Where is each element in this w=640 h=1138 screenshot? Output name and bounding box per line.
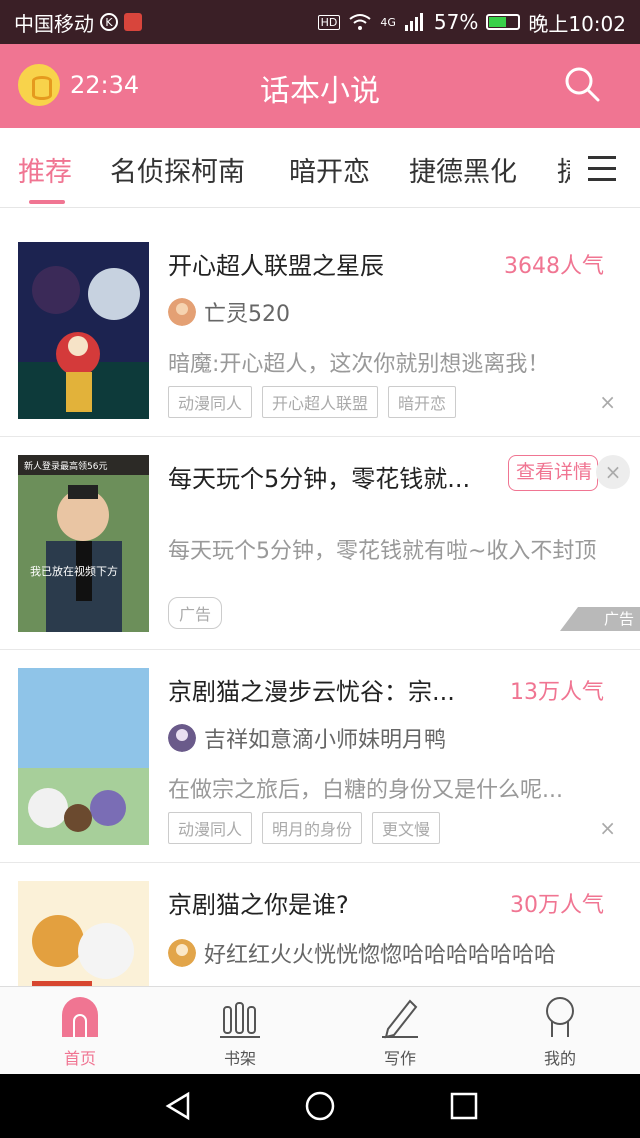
profile-icon	[546, 997, 574, 1037]
author-info[interactable]: 亡灵520	[168, 296, 290, 328]
pen-icon	[382, 999, 418, 1039]
author-name: 吉祥如意滴小师妹明月鸭	[204, 728, 447, 753]
app-notification-icon	[124, 13, 142, 31]
nav-home[interactable]: 首页	[0, 987, 160, 1075]
avatar	[168, 298, 196, 326]
list-item[interactable]: 京剧猫之你是谁? 30万人气 好红红火火恍恍惚惚哈哈哈哈哈哈哈	[0, 863, 640, 986]
ad-banner-text: 新人登录最高领56元	[24, 460, 107, 472]
status-bar: 中国移动 K HD 4G 57% 晚上10:02	[0, 0, 640, 44]
ad-caption-text: 我已放在视频下方	[30, 564, 118, 578]
ad-title: 每天玩个5分钟，零花钱就...	[168, 465, 471, 493]
avatar	[168, 939, 196, 967]
book-cover	[18, 242, 149, 419]
tag[interactable]: 开心超人联盟	[262, 386, 379, 418]
tag[interactable]: 动漫同人	[168, 812, 253, 844]
ad-mark: 广告	[560, 607, 640, 631]
author-info[interactable]: 好红红火火恍恍惚惚哈哈哈哈哈哈哈	[168, 937, 556, 969]
author-info[interactable]: 吉祥如意滴小师妹明月鸭	[168, 722, 446, 754]
app-title: 话本小说	[260, 74, 380, 109]
story-title: 开心超人联盟之星辰	[168, 252, 384, 280]
tab-conan[interactable]: 名侦探柯南	[110, 150, 245, 189]
author-name: 好红红火火恍恍惚惚哈哈哈哈哈哈哈	[204, 943, 557, 968]
popularity-count: 13万人气	[510, 680, 604, 705]
search-icon[interactable]	[564, 66, 600, 102]
ad-description: 每天玩个5分钟，零花钱就有啦~收入不封顶	[168, 539, 597, 564]
hd-icon: HD	[317, 14, 341, 30]
home-button-icon[interactable]	[304, 1090, 336, 1122]
book-cover	[18, 668, 149, 845]
story-description: 在做宗之旅后，白糖的身份又是什么呢...	[168, 778, 563, 803]
tag[interactable]: 动漫同人	[168, 386, 253, 418]
status-time: 晚上10:02	[528, 11, 626, 36]
nav-profile-label: 我的	[543, 1049, 576, 1068]
tag[interactable]: 明月的身份	[262, 812, 363, 844]
tag-list: 动漫同人 开心超人联盟 暗开恋	[168, 386, 457, 418]
network-type-label: 4G	[380, 15, 396, 29]
list-item[interactable]: 京剧猫之漫步云忧谷：宗... 13万人气 吉祥如意滴小师妹明月鸭 在做宗之旅后，…	[0, 650, 640, 863]
ad-cover: 新人登录最高领56元 我已放在视频下方	[18, 455, 149, 632]
tag-list: 动漫同人 明月的身份 更文慢	[168, 812, 441, 844]
nav-home-label: 首页	[63, 1049, 96, 1068]
k-icon: K	[100, 13, 118, 31]
active-tab-indicator	[29, 200, 65, 204]
tag[interactable]: 暗开恋	[388, 386, 457, 418]
story-title: 京剧猫之你是谁?	[168, 891, 349, 919]
app-bar: 22:34 话本小说	[0, 44, 640, 128]
story-list: 开心超人联盟之星辰 3648人气 亡灵520 暗魔:开心超人，这次你就别想逃离我…	[0, 208, 640, 986]
story-title: 京剧猫之漫步云忧谷：宗...	[168, 678, 455, 706]
recents-icon[interactable]	[448, 1090, 480, 1122]
popularity-count: 30万人气	[510, 893, 604, 918]
author-name: 亡灵520	[204, 302, 290, 327]
view-details-button[interactable]: 查看详情	[508, 455, 598, 491]
popularity-count: 3648人气	[504, 254, 604, 279]
signal-icon	[404, 13, 423, 31]
nav-bookshelf-label: 书架	[223, 1049, 256, 1068]
avatar	[168, 724, 196, 752]
book-cover	[18, 881, 149, 986]
bookshelf-icon	[220, 1002, 260, 1038]
dismiss-button[interactable]: ×	[599, 816, 616, 840]
tag[interactable]: 更文慢	[372, 812, 441, 844]
battery-percent: 57%	[433, 10, 479, 34]
ad-tag: 广告	[168, 597, 223, 629]
bottom-nav: 首页 书架 写作 我的	[0, 986, 640, 1074]
nav-write[interactable]: 写作	[320, 987, 480, 1075]
battery-icon	[486, 14, 521, 30]
menu-icon[interactable]	[570, 150, 630, 190]
tab-jiede-heihua[interactable]: 捷德黑化	[409, 150, 517, 189]
wifi-icon	[349, 14, 371, 30]
system-nav-bar	[0, 1074, 640, 1138]
list-item[interactable]: 开心超人联盟之星辰 3648人气 亡灵520 暗魔:开心超人，这次你就别想逃离我…	[0, 208, 640, 437]
tab-recommend[interactable]: 推荐	[18, 150, 72, 189]
nav-bookshelf[interactable]: 书架	[160, 987, 320, 1075]
nav-profile[interactable]: 我的	[480, 987, 640, 1075]
back-icon[interactable]	[162, 1090, 194, 1122]
ad-item[interactable]: 新人登录最高领56元 我已放在视频下方 每天玩个5分钟，零花钱就... 查看详情…	[0, 437, 640, 650]
tab-an-kai-lian[interactable]: 暗开恋	[289, 150, 370, 189]
home-icon	[62, 997, 98, 1037]
dismiss-button[interactable]: ×	[599, 390, 616, 414]
category-tabs: 推荐 名侦探柯南 暗开恋 捷德黑化 捷德	[0, 128, 640, 208]
nav-write-label: 写作	[383, 1049, 416, 1068]
story-description: 暗魔:开心超人，这次你就别想逃离我！	[168, 352, 550, 377]
ad-close-button[interactable]: ×	[596, 455, 630, 489]
carrier-label: 中国移动	[14, 11, 94, 36]
